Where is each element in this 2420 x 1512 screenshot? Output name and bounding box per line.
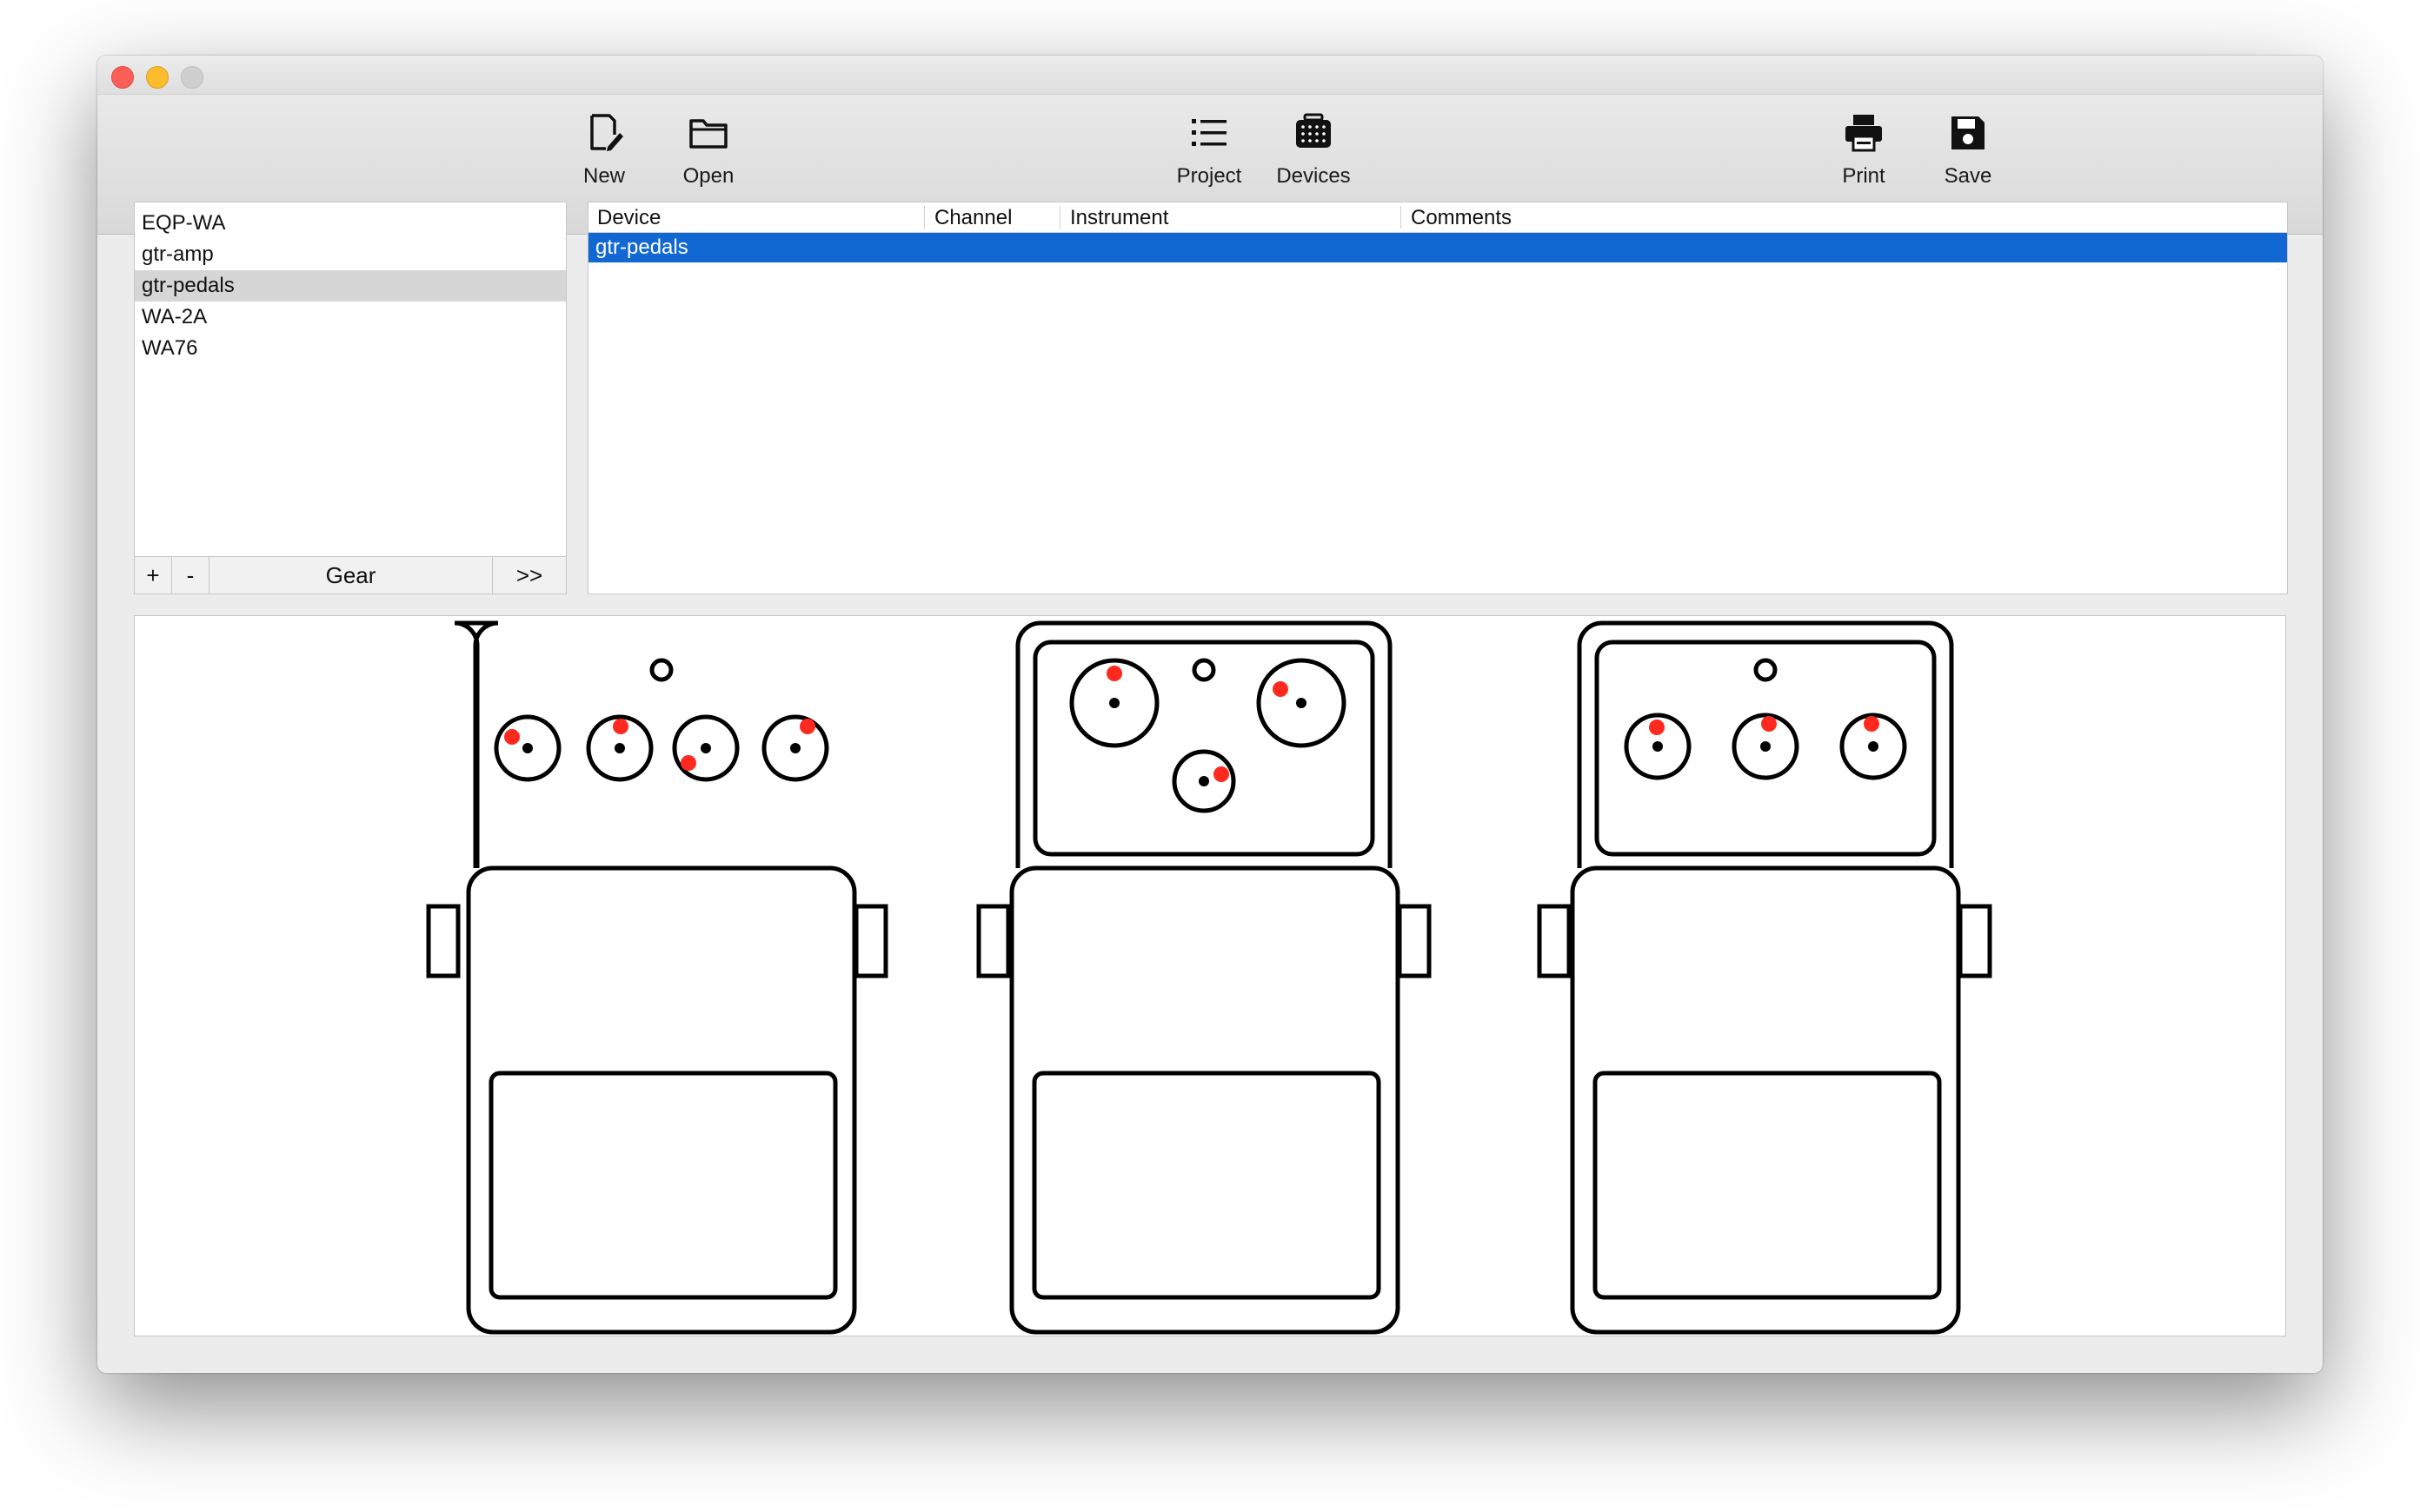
pedal-2[interactable] — [976, 620, 1432, 1335]
column-header-comments[interactable]: Comments — [1402, 202, 1512, 232]
pedalboard-canvas — [134, 615, 2286, 1336]
title-bar — [97, 56, 2323, 95]
gear-list-item[interactable]: EQP-WA — [135, 208, 566, 239]
pedal-right-jack — [1397, 904, 1432, 978]
knob-indicator — [613, 719, 628, 734]
printer-icon — [1845, 115, 1882, 152]
zoom-window-button[interactable] — [181, 66, 203, 89]
knob-indicator — [681, 755, 696, 771]
list-icon — [1192, 119, 1227, 146]
print-button-label: Print — [1842, 164, 1885, 188]
knob-indicator — [1107, 666, 1122, 681]
pedal-right-jack — [854, 904, 888, 978]
knob-center — [790, 743, 801, 753]
new-button[interactable]: New — [552, 103, 656, 190]
devices-button-label: Devices — [1276, 164, 1351, 188]
pedal-footswitch — [489, 1071, 838, 1300]
knob-center — [1199, 776, 1209, 786]
open-button-label: Open — [682, 164, 735, 188]
pedal-led — [1753, 658, 1778, 682]
print-button[interactable]: Print — [1812, 103, 1916, 190]
pedal-left-jack — [1537, 904, 1572, 978]
knob-center — [1652, 741, 1663, 752]
gear-list-item[interactable]: WA76 — [135, 333, 566, 364]
knob-indicator — [1273, 681, 1288, 697]
add-gear-button[interactable]: + — [135, 557, 172, 594]
knob-center — [522, 743, 533, 753]
cell-device: gtr-pedals — [595, 235, 688, 259]
column-header-channel[interactable]: Channel — [926, 202, 1012, 232]
column-header-device[interactable]: Device — [588, 202, 661, 232]
pedal-top-housing — [454, 620, 499, 868]
knob-center — [1109, 698, 1120, 708]
folder-icon — [689, 119, 728, 149]
knob-indicator — [1864, 716, 1879, 732]
knob-center — [701, 743, 711, 753]
column-divider[interactable] — [924, 206, 925, 229]
knob-center — [1868, 741, 1878, 752]
pedal-footswitch — [1032, 1071, 1381, 1300]
expand-gear-button[interactable]: >> — [493, 557, 566, 594]
pedal-body — [1009, 865, 1400, 1335]
column-header-instrument[interactable]: Instrument — [1061, 202, 1168, 232]
gear-list-item[interactable]: WA-2A — [135, 302, 566, 333]
table-header: Device Channel Instrument Comments — [588, 202, 2287, 233]
pedal-led — [649, 658, 674, 682]
gear-list-item[interactable]: gtr-amp — [135, 239, 566, 270]
new-document-icon — [590, 114, 623, 151]
pedal-left-jack — [976, 904, 1011, 978]
pedal-body — [466, 865, 857, 1335]
save-button[interactable]: Save — [1916, 103, 2020, 190]
pedal-footswitch — [1592, 1071, 1942, 1300]
knob-indicator — [504, 729, 520, 745]
table-row-selected[interactable]: gtr-pedals — [588, 233, 2287, 262]
knob-indicator — [1761, 716, 1777, 732]
knob-center — [615, 743, 625, 753]
column-divider[interactable] — [1400, 206, 1401, 229]
gear-list-panel: EQP-WA gtr-amp gtr-pedals WA-2A WA76 + -… — [134, 202, 567, 594]
gear-list-item-selected[interactable]: gtr-pedals — [135, 270, 566, 302]
pedalboard-drawing — [426, 620, 1992, 1335]
devices-button[interactable]: Devices — [1261, 103, 1366, 190]
new-button-label: New — [582, 164, 625, 188]
gear-list-footer: + - Gear >> — [135, 556, 566, 594]
knob-indicator — [1213, 766, 1229, 782]
app-window: New Open Project Devices Print Save EQP-… — [97, 56, 2323, 1373]
pedal-right-jack — [1958, 904, 1992, 978]
amplifier-icon — [1296, 113, 1331, 148]
gear-list: EQP-WA gtr-amp gtr-pedals WA-2A WA76 — [135, 202, 566, 364]
device-table: Device Channel Instrument Comments gtr-p… — [588, 202, 2288, 594]
knob-indicator — [800, 719, 815, 734]
floppy-disk-icon — [1951, 116, 1985, 149]
knob-indicator — [1649, 720, 1665, 735]
pedal-1[interactable] — [426, 620, 888, 1335]
knob-center — [1296, 698, 1306, 708]
knob-center — [1760, 741, 1771, 752]
save-button-label: Save — [1944, 164, 1992, 188]
pedal-left-jack — [426, 904, 461, 978]
minimize-window-button[interactable] — [146, 66, 169, 89]
remove-gear-button[interactable]: - — [172, 557, 209, 594]
pedal-body — [1570, 865, 1961, 1335]
gear-title: Gear — [209, 557, 493, 594]
close-window-button[interactable] — [111, 66, 134, 89]
project-button-label: Project — [1176, 164, 1242, 188]
pedal-led — [1192, 658, 1216, 682]
open-button[interactable]: Open — [656, 103, 761, 190]
project-button[interactable]: Project — [1157, 103, 1261, 190]
